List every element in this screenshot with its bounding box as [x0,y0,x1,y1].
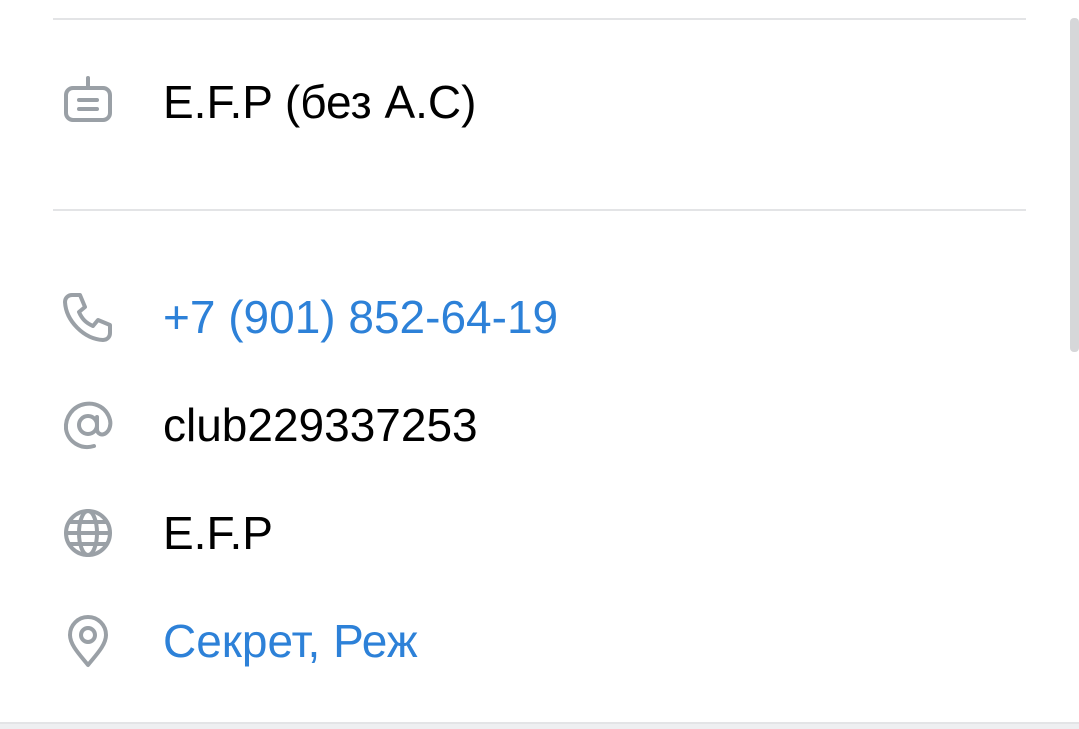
location-row[interactable]: Секрет, Реж [53,601,1026,681]
description-row: E.F.P (без А.С) [53,62,1026,142]
scrollbar[interactable] [1070,18,1079,352]
globe-icon [53,498,123,568]
phone-icon [53,282,123,352]
website-row[interactable]: E.F.P [53,493,1026,573]
at-sign-icon [53,390,123,460]
description-text: E.F.P (без А.С) [163,76,477,128]
info-card-icon [53,67,123,137]
section-divider [53,209,1026,211]
short-address-row[interactable]: club229337253 [53,385,1026,465]
community-info-screen: E.F.P (без А.С) +7 (901) 852-64-19 club2… [0,0,1079,729]
top-divider [53,18,1026,20]
location-pin-icon [53,606,123,676]
website-text[interactable]: E.F.P [163,505,273,561]
bottom-separator [0,722,1079,729]
phone-row[interactable]: +7 (901) 852-64-19 [53,277,1026,357]
phone-link[interactable]: +7 (901) 852-64-19 [163,289,558,345]
short-address-text[interactable]: club229337253 [163,397,478,453]
location-link[interactable]: Секрет, Реж [163,613,418,669]
